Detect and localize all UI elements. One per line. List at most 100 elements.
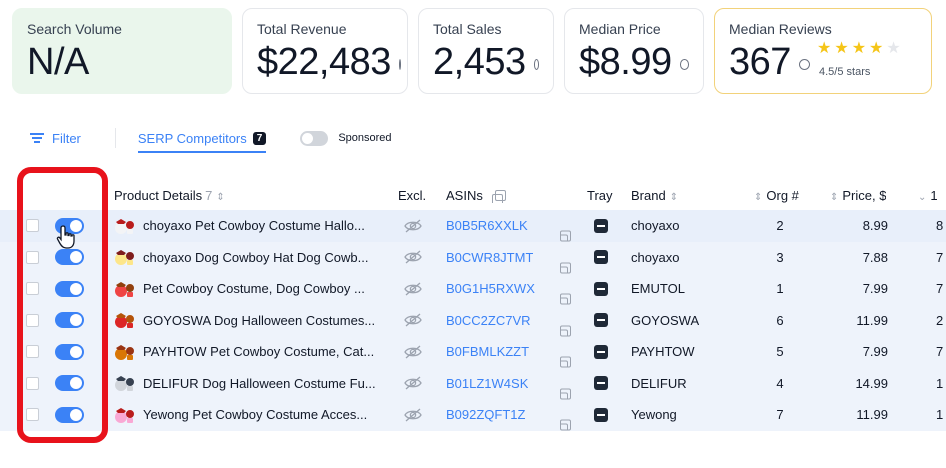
table-row[interactable]: choyaxo Pet Cowboy Costume Hallo... B0B5R… (0, 210, 946, 242)
rating-text: 4.5/5 stars (819, 66, 871, 78)
table-row[interactable]: PAYHTOW Pet Cowboy Costume, Cat... B0FBML… (0, 336, 946, 368)
product-thumbnail[interactable] (113, 405, 135, 425)
asin-link[interactable]: B0CC2ZC7VR (446, 313, 531, 328)
copy-icon[interactable] (560, 356, 571, 368)
header-brand-label: Brand (631, 187, 666, 203)
product-name[interactable]: choyaxo Pet Cowboy Costume Hallo... (143, 218, 379, 233)
header-org[interactable]: ⇕ Org # (754, 188, 799, 203)
tray-remove-button[interactable] (594, 250, 608, 265)
header-overflow-label: 1 (930, 187, 938, 203)
table-row[interactable]: Pet Cowboy Costume, Dog Cowboy ... B0G1H5… (0, 273, 946, 305)
total-revenue-card: Total Revenue $22,483 (242, 8, 408, 94)
tray-remove-button[interactable] (594, 281, 608, 296)
star-icon: ★ (869, 40, 884, 57)
overflow-value: 7 (936, 249, 944, 265)
filter-button[interactable]: Filter (30, 131, 81, 146)
table-row[interactable]: GOYOSWA Dog Halloween Costumes... B0CC2ZC… (0, 305, 946, 336)
brand-name: choyaxo (631, 249, 680, 265)
copy-icon[interactable] (560, 230, 571, 242)
product-name[interactable]: DELIFUR Dog Halloween Costume Fu... (143, 376, 379, 391)
header-product-label: Product Details (114, 187, 203, 203)
header-product-details[interactable]: Product Details 7 ⇕ (114, 188, 225, 203)
asin-link[interactable]: B0CWR8JTMT (446, 250, 533, 265)
star-icon: ★ (834, 40, 849, 57)
copy-icon[interactable] (560, 388, 571, 399)
price-value: 11.99 (856, 407, 888, 423)
sponsored-filter: Sponsored (300, 130, 392, 146)
product-name[interactable]: Pet Cowboy Costume, Dog Cowboy ... (143, 281, 379, 296)
copy-icon[interactable] (560, 325, 571, 336)
tab-label: SERP Competitors (137, 130, 247, 146)
asin-link[interactable]: B0G1H5RXWX (446, 281, 535, 296)
sort-icon[interactable]: ⇕ (216, 192, 224, 203)
header-tray: Tray (587, 187, 613, 203)
asin-link[interactable]: B0B5R6XXLK (446, 218, 528, 233)
total-sales-value: 2,453 (433, 41, 526, 83)
search-volume-label: Search Volume (27, 21, 122, 37)
sort-icon[interactable]: ⇕ (830, 192, 838, 203)
tray-remove-button[interactable] (594, 344, 608, 359)
filter-label: Filter (52, 130, 81, 146)
product-thumbnail[interactable] (113, 342, 135, 362)
organic-rank: 7 (776, 407, 784, 423)
copy-icon[interactable] (560, 293, 571, 305)
product-name[interactable]: Yewong Pet Cowboy Costume Acces... (143, 407, 379, 422)
organic-rank: 2 (776, 218, 784, 234)
product-name[interactable]: choyaxo Dog Cowboy Hat Dog Cowb... (143, 250, 379, 265)
sponsored-toggle[interactable] (300, 130, 329, 146)
tray-remove-button[interactable] (594, 376, 608, 391)
info-icon[interactable] (798, 59, 810, 70)
product-thumbnail[interactable] (113, 247, 135, 267)
info-icon[interactable] (533, 59, 539, 70)
total-sales-label: Total Sales (433, 21, 502, 37)
header-price[interactable]: ⇕ Price, $ (830, 188, 886, 203)
sort-icon[interactable]: ⇕ (670, 192, 678, 203)
tray-remove-button[interactable] (594, 313, 608, 328)
organic-rank: 5 (776, 344, 784, 360)
competitors-table: Product Details 7 ⇕ Excl. ASINs Tray Brand… (0, 180, 946, 431)
brand-name: GOYOSWA (631, 312, 700, 328)
tab-serp-competitors[interactable]: SERP Competitors 7 (137, 130, 267, 153)
product-name[interactable]: GOYOSWA Dog Halloween Costumes... (143, 313, 379, 328)
toolbar: Filter SERP Competitors 7 Sponsored (30, 124, 946, 153)
tray-remove-button[interactable] (594, 407, 608, 422)
product-thumbnail[interactable] (113, 310, 135, 330)
asin-link[interactable]: B0FBMLKZZT (446, 344, 529, 359)
price-value: 14.99 (855, 375, 888, 391)
table-row[interactable]: DELIFUR Dog Halloween Costume Fu... B01LZ… (0, 368, 946, 399)
header-brand[interactable]: Brand ⇕ (631, 188, 678, 203)
sponsored-label: Sponsored (338, 132, 392, 144)
eye-off-icon[interactable] (404, 249, 422, 265)
info-icon[interactable] (679, 59, 689, 70)
product-name[interactable]: PAYHTOW Pet Cowboy Costume, Cat... (143, 344, 379, 359)
eye-off-icon[interactable] (404, 375, 422, 391)
hand-cursor-icon (56, 225, 75, 249)
eye-off-icon[interactable] (404, 218, 422, 234)
tab-count-badge: 7 (252, 131, 267, 145)
eye-off-icon[interactable] (404, 281, 422, 297)
brand-name: choyaxo (631, 218, 680, 234)
copy-icon[interactable] (560, 419, 571, 431)
product-thumbnail[interactable] (113, 279, 135, 299)
toolbar-divider (114, 128, 116, 148)
chevron-down-icon[interactable]: ⌄ (918, 192, 926, 203)
copy-icon[interactable] (560, 262, 571, 273)
copy-icon[interactable] (491, 189, 506, 203)
asin-link[interactable]: B092ZQFT1Z (446, 407, 525, 422)
tray-remove-button[interactable] (594, 218, 608, 233)
asin-link[interactable]: B01LZ1W4SK (446, 376, 528, 391)
toggle-column-highlight (17, 167, 108, 443)
header-asins: ASINs (446, 188, 506, 203)
product-thumbnail[interactable] (113, 373, 135, 393)
organic-rank: 1 (776, 281, 784, 297)
info-icon[interactable] (398, 59, 401, 70)
eye-off-icon[interactable] (404, 344, 422, 360)
search-volume-value: N/A (27, 41, 89, 83)
eye-off-icon[interactable] (404, 407, 422, 423)
product-thumbnail[interactable] (113, 216, 135, 236)
overflow-value: 2 (936, 312, 944, 328)
eye-off-icon[interactable] (404, 312, 422, 328)
table-row[interactable]: choyaxo Dog Cowboy Hat Dog Cowb... B0CWR8… (0, 242, 946, 273)
sort-icon[interactable]: ⇕ (754, 192, 762, 203)
table-row[interactable]: Yewong Pet Cowboy Costume Acces... B092ZQ… (0, 399, 946, 431)
